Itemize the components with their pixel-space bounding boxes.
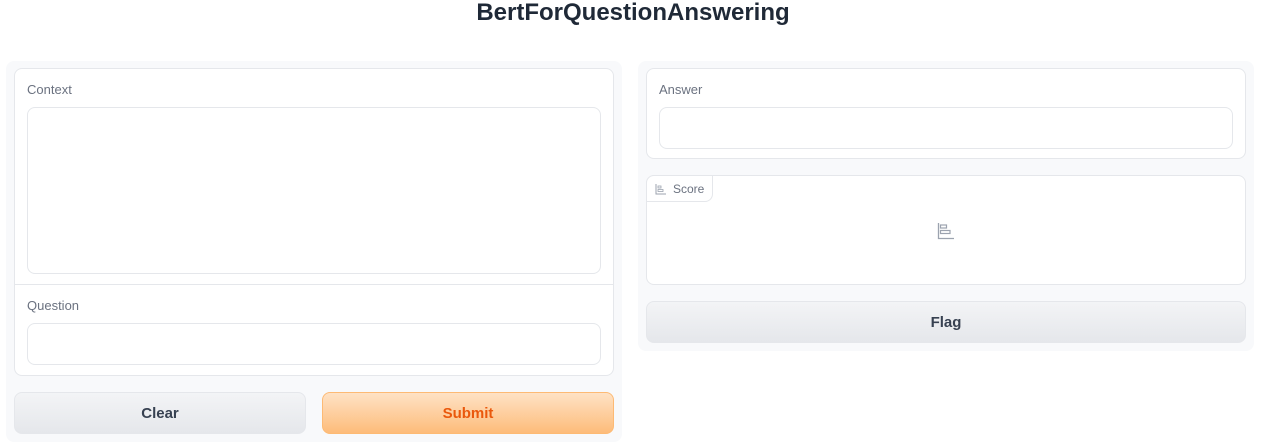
empty-chart-icon — [937, 223, 954, 240]
context-label: Context — [27, 82, 72, 97]
output-panel: Answer Score Flag — [638, 61, 1254, 351]
question-label: Question — [27, 298, 80, 313]
score-label: Score — [673, 181, 705, 196]
input-card: Context Question — [14, 68, 614, 376]
score-card: Score — [646, 175, 1246, 285]
bar-chart-icon — [655, 183, 666, 194]
answer-output[interactable] — [659, 107, 1233, 149]
answer-label: Answer — [659, 82, 703, 97]
score-badge: Score — [646, 175, 714, 202]
clear-button[interactable]: Clear — [14, 392, 306, 434]
question-input[interactable] — [27, 323, 601, 365]
field-divider — [15, 284, 613, 285]
context-textarea[interactable] — [27, 107, 601, 274]
input-panel: Context Question Clear Submit — [6, 61, 622, 442]
flag-button[interactable]: Flag — [646, 301, 1246, 343]
submit-button[interactable]: Submit — [322, 392, 614, 434]
page-title: BertForQuestionAnswering — [476, 0, 790, 26]
answer-card: Answer — [646, 68, 1246, 159]
